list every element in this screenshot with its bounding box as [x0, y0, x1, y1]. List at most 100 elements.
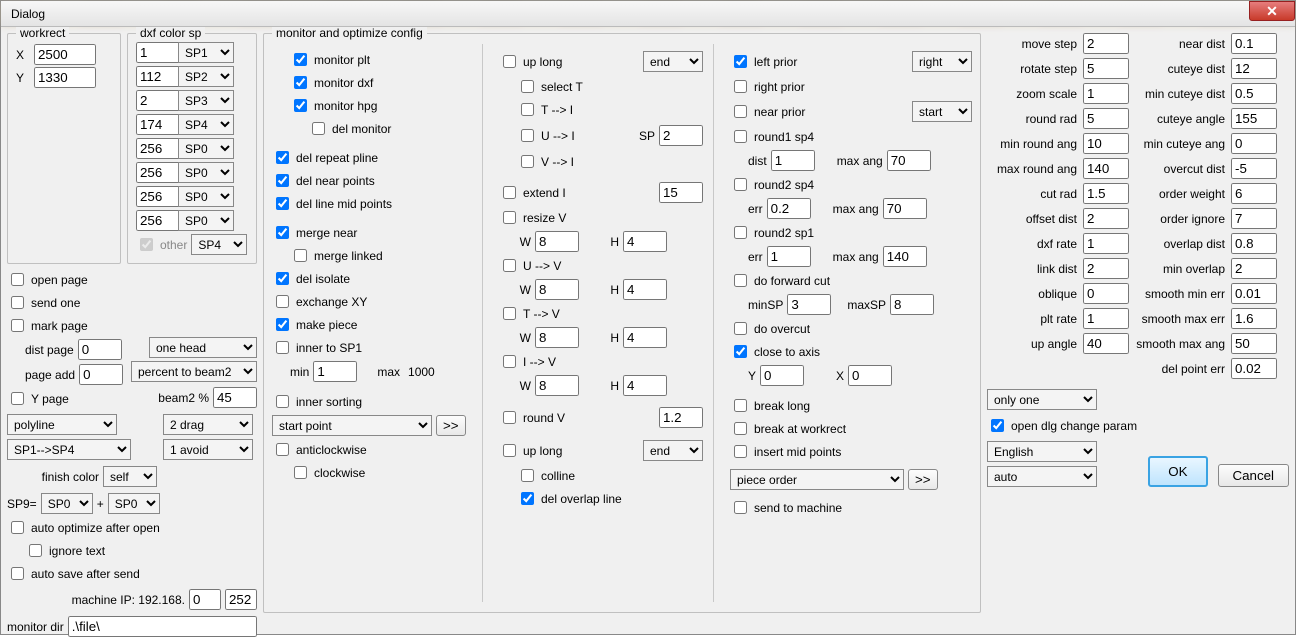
num-input-l-11[interactable]	[1083, 308, 1129, 329]
overcut-check[interactable]	[734, 322, 747, 335]
inner-sort-go-button[interactable]: >>	[436, 415, 466, 436]
dxf-v-0[interactable]	[136, 42, 180, 63]
iv-h[interactable]	[623, 375, 667, 396]
round2-sp4-check[interactable]	[734, 178, 747, 191]
round1-sp4-check[interactable]	[734, 130, 747, 143]
num-input-l-9[interactable]	[1083, 258, 1129, 279]
dxf-v-3[interactable]	[136, 114, 180, 135]
num-input-r-5[interactable]	[1231, 158, 1277, 179]
dxf-v-5[interactable]	[136, 162, 180, 183]
forward-cut-check[interactable]	[734, 274, 747, 287]
up-long-check-1[interactable]	[503, 55, 516, 68]
open-page-check[interactable]	[11, 273, 24, 286]
break-workrect-check[interactable]	[734, 422, 747, 435]
merge-linked-check[interactable]	[294, 249, 307, 262]
del-line-mid-check[interactable]	[276, 197, 289, 210]
left-prior-select[interactable]: right	[912, 51, 972, 72]
near-prior-check[interactable]	[734, 105, 747, 118]
auto-open-check[interactable]	[11, 521, 24, 534]
colline-check[interactable]	[521, 469, 534, 482]
dxf-v-4[interactable]	[136, 138, 180, 159]
insert-mid-check[interactable]	[734, 445, 747, 458]
only-one-select[interactable]: only one	[987, 389, 1097, 410]
dist-page-input[interactable]	[78, 339, 122, 360]
maxsp-input[interactable]	[890, 294, 934, 315]
num-input-l-4[interactable]	[1083, 133, 1129, 154]
num-input-l-2[interactable]	[1083, 83, 1129, 104]
up-long-select-2[interactable]: end	[643, 440, 703, 461]
clockwise-check[interactable]	[294, 466, 307, 479]
i-to-v-check[interactable]	[503, 355, 516, 368]
dxf-s-4[interactable]: SP0	[178, 138, 234, 159]
ip-a-input[interactable]	[189, 589, 221, 610]
t-to-i-check[interactable]	[521, 103, 534, 116]
num-input-r-7[interactable]	[1231, 208, 1277, 229]
num-input-l-5[interactable]	[1083, 158, 1129, 179]
del-overlap-check[interactable]	[521, 492, 534, 505]
dxf-s-3[interactable]: SP4	[178, 114, 234, 135]
sp9a-select[interactable]: SP0	[41, 493, 93, 514]
close-y[interactable]	[760, 365, 804, 386]
u-to-v-check[interactable]	[503, 259, 516, 272]
dxf-s-0[interactable]: SP1	[178, 42, 234, 63]
anticlockwise-check[interactable]	[276, 443, 289, 456]
ignore-text-check[interactable]	[29, 544, 42, 557]
ip-b-input[interactable]	[225, 589, 257, 610]
r2-maxang[interactable]	[883, 198, 927, 219]
up-long-check-2[interactable]	[503, 444, 516, 457]
right-prior-check[interactable]	[734, 80, 747, 93]
finish-color-select[interactable]: self	[103, 466, 157, 487]
piece-order-select[interactable]: piece order	[730, 469, 904, 490]
start-point-select[interactable]: start point	[272, 415, 432, 436]
beam2-input[interactable]	[213, 387, 257, 408]
close-axis-check[interactable]	[734, 345, 747, 358]
uv-h[interactable]	[623, 279, 667, 300]
mark-page-check[interactable]	[11, 319, 24, 332]
piece-order-go-button[interactable]: >>	[908, 469, 938, 490]
inner-sp1-check[interactable]	[276, 341, 289, 354]
extend-i-check[interactable]	[503, 186, 516, 199]
monitor-dir-input[interactable]	[68, 616, 257, 637]
u-to-i-check[interactable]	[521, 129, 534, 142]
num-input-r-2[interactable]	[1231, 83, 1277, 104]
cancel-button[interactable]: Cancel	[1218, 464, 1290, 487]
monitor-plt-check[interactable]	[294, 53, 307, 66]
send-one-check[interactable]	[11, 296, 24, 309]
del-isolate-check[interactable]	[276, 272, 289, 285]
num-input-l-1[interactable]	[1083, 58, 1129, 79]
r2-err[interactable]	[767, 198, 811, 219]
num-input-r-13[interactable]	[1231, 358, 1277, 379]
round2-sp1-check[interactable]	[734, 226, 747, 239]
workrect-y-input[interactable]	[34, 67, 96, 88]
avoid-select[interactable]: 1 avoid	[163, 439, 253, 460]
send-machine-check[interactable]	[734, 501, 747, 514]
dxf-s-7[interactable]: SP0	[178, 210, 234, 231]
uv-w[interactable]	[535, 279, 579, 300]
sp9b-select[interactable]: SP0	[108, 493, 160, 514]
extend-i-input[interactable]	[659, 182, 703, 203]
round-v-input[interactable]	[659, 407, 703, 428]
dxf-v-7[interactable]	[136, 210, 180, 231]
dxf-other-select[interactable]: SP4	[191, 234, 247, 255]
auto-save-check[interactable]	[11, 567, 24, 580]
num-input-r-10[interactable]	[1231, 283, 1277, 304]
merge-near-check[interactable]	[276, 226, 289, 239]
num-input-r-3[interactable]	[1231, 108, 1277, 129]
open-dlg-check[interactable]	[991, 419, 1004, 432]
inner-sort-check[interactable]	[276, 395, 289, 408]
num-input-l-12[interactable]	[1083, 333, 1129, 354]
close-button[interactable]: ✕	[1249, 1, 1295, 21]
page-add-input[interactable]	[79, 364, 123, 385]
r3-err[interactable]	[767, 246, 811, 267]
minsp-input[interactable]	[787, 294, 831, 315]
heads-select[interactable]: one head	[149, 337, 257, 358]
drag-select[interactable]: 2 drag	[163, 414, 253, 435]
num-input-r-4[interactable]	[1231, 133, 1277, 154]
monitor-hpg-check[interactable]	[294, 99, 307, 112]
y-page-check[interactable]	[11, 392, 24, 405]
language-select[interactable]: English	[987, 441, 1097, 462]
linetype-select[interactable]: polyline	[7, 414, 117, 435]
close-x[interactable]	[848, 365, 892, 386]
monitor-dxf-check[interactable]	[294, 76, 307, 89]
t-to-v-check[interactable]	[503, 307, 516, 320]
